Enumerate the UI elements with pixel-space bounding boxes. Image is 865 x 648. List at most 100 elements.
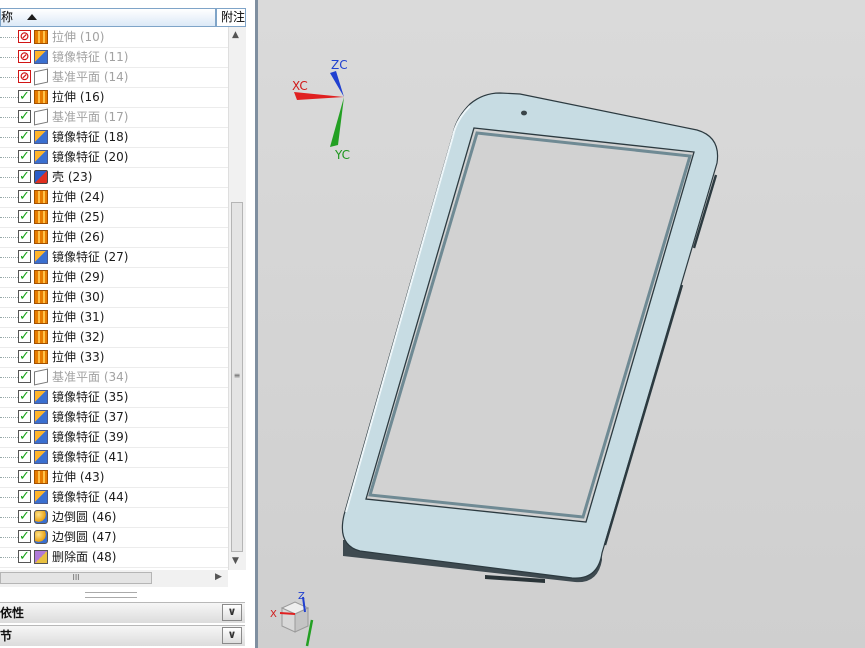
blend-feature-icon <box>34 510 48 524</box>
tree-connector <box>0 337 18 338</box>
mirror-feature-icon <box>34 410 48 424</box>
visibility-checkbox[interactable]: ✓ <box>18 130 31 143</box>
visibility-checkbox[interactable]: ✓ <box>18 430 31 443</box>
visibility-checkbox[interactable]: ✓ <box>18 370 31 383</box>
pane-splitter[interactable] <box>85 592 137 598</box>
extrude-feature-icon <box>34 310 48 324</box>
visibility-checkbox[interactable]: ✓ <box>18 390 31 403</box>
feature-row[interactable]: ✓ 拉伸 (26) <box>0 227 228 248</box>
visibility-checkbox[interactable]: ✓ <box>18 190 31 203</box>
phone-model[interactable] <box>341 92 719 583</box>
visibility-checkbox[interactable]: ✓ <box>18 90 31 103</box>
visibility-checkbox[interactable]: ✓ <box>18 170 31 183</box>
visibility-checkbox[interactable]: ✓ <box>18 250 31 263</box>
zc-axis-label: ZC <box>331 58 348 72</box>
feature-row[interactable]: ✓ 边倒圆 (46) <box>0 507 228 528</box>
name-column-label: 称 <box>1 10 14 24</box>
details-panel[interactable]: 节 ∨ <box>0 625 245 646</box>
scroll-up-arrow-icon[interactable]: ▲ <box>232 30 239 40</box>
feature-row[interactable]: ✓ 镜像特征 (41) <box>0 447 228 468</box>
part-navigator: 称 附注 ⊘ 拉伸 (10) ⊘ 镜像特征 (11) ⊘ 基准平面 (14) ✓ 拉伸 (16… <box>0 0 255 648</box>
tree-connector <box>0 97 18 98</box>
feature-row[interactable]: ✓ 拉伸 (32) <box>0 327 228 348</box>
tree-connector <box>0 117 18 118</box>
feature-row[interactable]: ✓ 拉伸 (24) <box>0 187 228 208</box>
visibility-checkbox[interactable]: ✓ <box>18 490 31 503</box>
visibility-checkbox[interactable]: ✓ <box>18 410 31 423</box>
feature-label: 边倒圆 (47) <box>52 530 117 544</box>
extrude-feature-icon <box>34 270 48 284</box>
mirror-feature-icon <box>34 490 48 504</box>
feature-label: 拉伸 (32) <box>52 330 105 344</box>
mirror-feature-icon <box>34 130 48 144</box>
suppressed-checkbox-icon[interactable]: ⊘ <box>18 50 31 63</box>
blend-feature-icon <box>34 530 48 544</box>
feature-row[interactable]: ✓ 边倒圆 (47) <box>0 527 228 548</box>
visibility-checkbox[interactable]: ✓ <box>18 310 31 323</box>
tree-connector <box>0 197 18 198</box>
feature-row[interactable]: ✓ 镜像特征 (18) <box>0 127 228 148</box>
note-column-header[interactable]: 附注 <box>216 8 246 27</box>
suppressed-checkbox-icon[interactable]: ⊘ <box>18 30 31 43</box>
feature-row[interactable]: ✓ 壳 (23) <box>0 167 228 188</box>
scroll-down-arrow-icon[interactable]: ▼ <box>232 556 239 566</box>
visibility-checkbox[interactable]: ✓ <box>18 530 31 543</box>
datum-feature-icon <box>34 368 48 386</box>
vertical-scrollbar[interactable]: ▲ ≡ ▼ <box>228 27 246 570</box>
feature-row[interactable]: ✓ 拉伸 (43) <box>0 467 228 488</box>
feature-row[interactable]: ✓ 拉伸 (33) <box>0 347 228 368</box>
horizontal-scroll-thumb[interactable]: III <box>0 572 152 584</box>
feature-row[interactable]: ✓ 删除面 (48) <box>0 547 228 568</box>
visibility-checkbox[interactable]: ✓ <box>18 550 31 563</box>
feature-label: 镜像特征 (18) <box>52 130 129 144</box>
feature-row[interactable]: ✓ 基准平面 (34) <box>0 367 228 388</box>
feature-row[interactable]: ✓ 镜像特征 (37) <box>0 407 228 428</box>
dependencies-panel[interactable]: 依性 ∨ <box>0 602 245 623</box>
feature-row[interactable]: ⊘ 镜像特征 (11) <box>0 47 228 68</box>
visibility-checkbox[interactable]: ✓ <box>18 230 31 243</box>
expand-dependencies-icon[interactable]: ∨ <box>222 604 242 621</box>
model-canvas[interactable]: XC ZC YC X Z <box>258 0 865 648</box>
suppressed-checkbox-icon[interactable]: ⊘ <box>18 70 31 83</box>
horizontal-scrollbar[interactable]: III ▶ <box>0 570 228 587</box>
feature-label: 镜像特征 (27) <box>52 250 129 264</box>
visibility-checkbox[interactable]: ✓ <box>18 210 31 223</box>
feature-row[interactable]: ✓ 拉伸 (29) <box>0 267 228 288</box>
feature-row[interactable]: ✓ 镜像特征 (27) <box>0 247 228 268</box>
feature-label: 镜像特征 (44) <box>52 490 129 504</box>
feature-row[interactable]: ✓ 拉伸 (25) <box>0 207 228 228</box>
extrude-feature-icon <box>34 90 48 104</box>
feature-row[interactable]: ⊘ 基准平面 (14) <box>0 67 228 88</box>
yc-axis-arrow <box>330 97 344 147</box>
feature-row[interactable]: ⊘ 拉伸 (10) <box>0 27 228 48</box>
visibility-checkbox[interactable]: ✓ <box>18 290 31 303</box>
scroll-right-arrow-icon[interactable]: ▶ <box>215 572 222 582</box>
visibility-checkbox[interactable]: ✓ <box>18 330 31 343</box>
extrude-feature-icon <box>34 30 48 44</box>
feature-row[interactable]: ✓ 拉伸 (16) <box>0 87 228 108</box>
visibility-checkbox[interactable]: ✓ <box>18 470 31 483</box>
expand-details-icon[interactable]: ∨ <box>222 627 242 644</box>
feature-row[interactable]: ✓ 镜像特征 (39) <box>0 427 228 448</box>
name-column-header[interactable]: 称 <box>0 8 216 27</box>
visibility-checkbox[interactable]: ✓ <box>18 270 31 283</box>
visibility-checkbox[interactable]: ✓ <box>18 150 31 163</box>
feature-label: 基准平面 (14) <box>52 70 129 84</box>
visibility-checkbox[interactable]: ✓ <box>18 110 31 123</box>
feature-row[interactable]: ✓ 镜像特征 (20) <box>0 147 228 168</box>
feature-label: 镜像特征 (20) <box>52 150 129 164</box>
feature-row[interactable]: ✓ 基准平面 (17) <box>0 107 228 128</box>
feature-row[interactable]: ✓ 拉伸 (31) <box>0 307 228 328</box>
visibility-checkbox[interactable]: ✓ <box>18 450 31 463</box>
feature-row[interactable]: ✓ 镜像特征 (44) <box>0 487 228 508</box>
feature-row[interactable]: ✓ 拉伸 (30) <box>0 287 228 308</box>
view-triad[interactable]: X Z <box>270 591 314 647</box>
visibility-checkbox[interactable]: ✓ <box>18 510 31 523</box>
vertical-scroll-thumb[interactable]: ≡ <box>231 202 243 552</box>
visibility-checkbox[interactable]: ✓ <box>18 350 31 363</box>
wcs-triad[interactable]: XC ZC YC <box>292 58 350 162</box>
feature-row[interactable]: ✓ 镜像特征 (35) <box>0 387 228 408</box>
details-panel-title: 节 <box>0 629 13 643</box>
graphics-viewport[interactable]: XC ZC YC X Z <box>258 0 865 648</box>
yc-axis-label: YC <box>334 148 350 162</box>
